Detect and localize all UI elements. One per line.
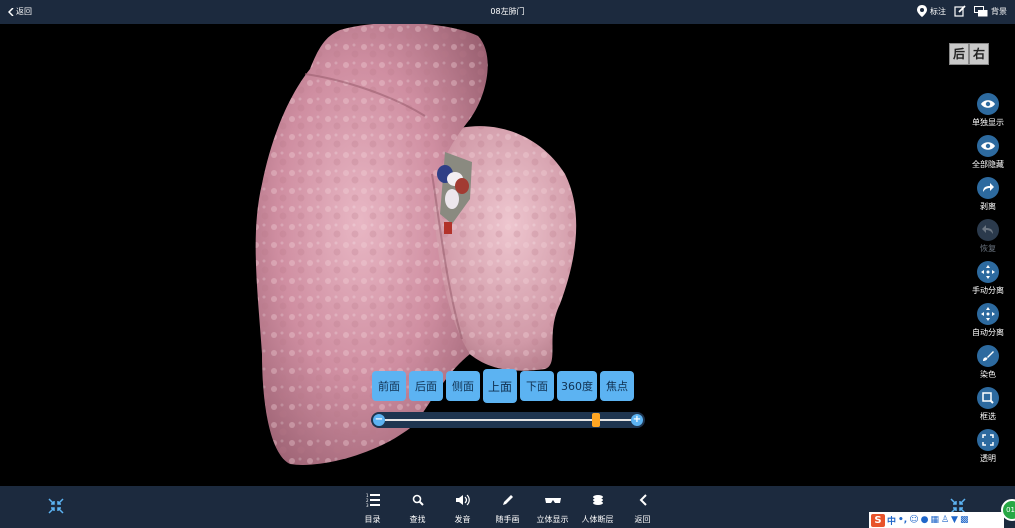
user-icon[interactable]: ♙ — [941, 515, 949, 525]
zoom-handle[interactable] — [592, 413, 601, 427]
hide-all-tool[interactable]: 全部隐藏 — [965, 135, 1011, 177]
windows-icon — [974, 5, 988, 16]
nav-back[interactable]: 返回 — [620, 492, 665, 525]
nav-pronounce[interactable]: 发音 — [440, 492, 485, 525]
nav-label: 随手画 — [495, 515, 520, 524]
tool-label: 剥离 — [980, 202, 996, 211]
mic-icon[interactable]: ● — [921, 515, 929, 525]
nav-catalog[interactable]: 123 目录 — [350, 492, 395, 525]
move-arrows-icon — [981, 265, 995, 279]
layers-icon — [592, 495, 603, 505]
box-select-icon — [982, 392, 994, 404]
app-window: 返回 08左肺门 标注 背景 后 右 单独显示 全部隐藏 剥离 恢复 手动分离 … — [0, 0, 1015, 528]
nav-stereo[interactable]: 立体显示 — [530, 492, 575, 525]
background-label: 背景 — [991, 6, 1007, 16]
nav-label: 返回 — [634, 515, 651, 524]
edit-button[interactable] — [954, 5, 966, 17]
tool-label: 恢复 — [980, 244, 996, 253]
bottom-nav: 123 目录 查找 发音 随手画 立体显示 人体断层 返回 — [350, 492, 665, 525]
tool-label: 染色 — [980, 370, 996, 379]
view-front-button[interactable]: 前面 — [372, 371, 406, 401]
list-icon: 123 — [366, 493, 380, 507]
keyboard-icon[interactable]: ▦ — [930, 515, 939, 525]
bottom-bar: 123 目录 查找 发音 随手画 立体显示 人体断层 返回 — [0, 486, 1015, 528]
view-360-button[interactable]: 360度 — [557, 371, 597, 401]
redo-arrow-icon — [983, 183, 994, 192]
tool-label: 全部隐藏 — [972, 160, 1004, 169]
view-bottom-button[interactable]: 下面 — [520, 371, 554, 401]
pen-icon — [502, 495, 513, 505]
ime-mode[interactable]: 中 — [887, 514, 896, 527]
transparency-tool[interactable]: 透明 — [965, 429, 1011, 471]
nav-label: 查找 — [409, 515, 426, 524]
undo-arrow-icon — [982, 225, 993, 234]
zoom-in-button[interactable]: + — [631, 414, 643, 426]
orientation-label-right: 右 — [969, 43, 989, 65]
nav-search[interactable]: 查找 — [395, 492, 440, 525]
top-bar: 返回 08左肺门 标注 背景 — [0, 0, 1015, 24]
nav-cross-section[interactable]: 人体断层 — [575, 492, 620, 525]
grid-icon[interactable]: ▩ — [960, 515, 969, 525]
peel-tool[interactable]: 剥离 — [965, 177, 1011, 219]
orientation-badge: 后 右 — [949, 43, 989, 65]
annotate-label: 标注 — [930, 6, 946, 16]
view-top-button[interactable]: 上面 — [483, 369, 517, 403]
orientation-label-back: 后 — [949, 43, 969, 65]
tool-label: 框选 — [980, 412, 996, 421]
view-focus-button[interactable]: 焦点 — [600, 371, 634, 401]
side-toolbar: 单独显示 全部隐藏 剥离 恢复 手动分离 自动分离 染色 框选 透明 — [965, 93, 1011, 471]
tool-label: 单独显示 — [972, 118, 1004, 127]
view-back-button[interactable]: 后面 — [409, 371, 443, 401]
transparency-icon — [982, 434, 994, 446]
view-side-button[interactable]: 侧面 — [446, 371, 480, 401]
shrink-left-button[interactable] — [48, 498, 64, 518]
annotate-button[interactable]: 标注 — [917, 5, 946, 17]
nav-label: 目录 — [364, 515, 381, 524]
nav-label: 发音 — [454, 515, 471, 524]
background-button[interactable]: 背景 — [974, 5, 1007, 17]
zoom-out-button[interactable]: − — [373, 414, 385, 426]
nav-draw[interactable]: 随手画 — [485, 492, 530, 525]
eye-icon — [981, 100, 995, 108]
zoom-slider[interactable]: − + — [371, 412, 645, 428]
search-icon — [412, 494, 424, 506]
ime-logo: S — [871, 513, 885, 527]
edit-icon — [954, 5, 966, 17]
box-select-tool[interactable]: 框选 — [965, 387, 1011, 429]
shrink-icon — [48, 498, 64, 514]
restore-tool[interactable]: 恢复 — [965, 219, 1011, 261]
move-arrows-icon — [981, 307, 995, 321]
3d-glasses-icon — [544, 498, 561, 503]
tool-label: 透明 — [980, 454, 996, 463]
nav-label: 立体显示 — [536, 515, 569, 524]
map-pin-icon — [917, 5, 927, 17]
ime-toolbar[interactable]: S 中 •, ☺ ● ▦ ♙ ▼ ▩ — [869, 512, 1004, 528]
auto-separate-tool[interactable]: 自动分离 — [965, 303, 1011, 345]
tool-label: 自动分离 — [972, 328, 1004, 337]
eye-icon — [981, 142, 995, 150]
view-button-group: 前面 后面 侧面 上面 下面 360度 焦点 — [372, 369, 634, 403]
shirt-icon[interactable]: ▼ — [951, 515, 958, 525]
brush-icon — [983, 351, 994, 361]
svg-text:3: 3 — [366, 503, 369, 507]
manual-separate-tool[interactable]: 手动分离 — [965, 261, 1011, 303]
3d-viewport[interactable]: 后 右 单独显示 全部隐藏 剥离 恢复 手动分离 自动分离 染色 框选 透明 前… — [0, 24, 1015, 486]
nav-label: 人体断层 — [581, 515, 614, 524]
color-tool[interactable]: 染色 — [965, 345, 1011, 387]
speaker-icon — [455, 494, 470, 506]
tool-label: 手动分离 — [972, 286, 1004, 295]
page-title: 08左肺门 — [490, 7, 525, 16]
smile-icon[interactable]: ☺ — [909, 515, 918, 525]
show-single-tool[interactable]: 单独显示 — [965, 93, 1011, 135]
ime-punct[interactable]: •, — [898, 515, 907, 525]
chevron-left-icon — [639, 494, 647, 506]
